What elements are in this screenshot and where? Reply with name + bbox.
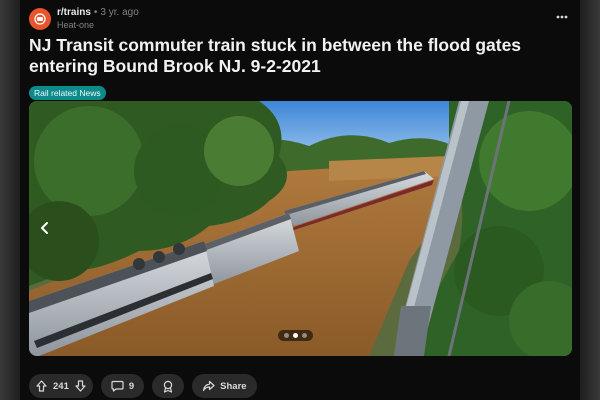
post-title[interactable]: NJ Transit commuter train stuck in betwe… xyxy=(29,35,569,77)
author-link[interactable]: Heat-one xyxy=(57,20,94,30)
share-label: Share xyxy=(220,380,247,392)
action-bar: 241 9 Share xyxy=(29,374,257,398)
carousel-dot-active[interactable] xyxy=(293,333,298,338)
right-backdrop xyxy=(580,0,600,400)
post-card: r/trains • 3 yr. ago Heat-one NJ Transit c… xyxy=(20,0,580,400)
share-icon xyxy=(202,380,215,392)
screenshot-frame: r/trains • 3 yr. ago Heat-one NJ Transit c… xyxy=(0,0,600,400)
carousel-dot[interactable] xyxy=(284,333,289,338)
vote-score: 241 xyxy=(53,380,69,392)
post-flair[interactable]: Rail related News xyxy=(29,86,106,100)
arrow-up-icon[interactable] xyxy=(36,380,47,392)
comments-count: 9 xyxy=(128,380,135,392)
ellipsis-icon[interactable] xyxy=(554,9,570,25)
award-icon xyxy=(162,380,174,393)
award-button[interactable] xyxy=(152,374,185,398)
subreddit-link[interactable]: r/trains xyxy=(57,7,91,18)
post-image[interactable] xyxy=(29,101,572,356)
post-timestamp: 3 yr. ago xyxy=(100,7,139,18)
vote-control: 241 xyxy=(29,374,93,398)
left-backdrop xyxy=(0,0,20,400)
comments-button[interactable]: 9 xyxy=(100,374,145,398)
comment-bubble-icon xyxy=(111,380,124,392)
subreddit-avatar-icon[interactable] xyxy=(29,8,51,30)
carousel-indicator xyxy=(278,330,313,341)
chevron-left-icon[interactable] xyxy=(35,216,55,240)
meta-separator: • xyxy=(93,7,98,18)
share-button[interactable]: Share xyxy=(192,374,257,398)
arrow-down-icon[interactable] xyxy=(75,380,86,392)
carousel-dot[interactable] xyxy=(302,333,307,338)
post-meta: r/trains • 3 yr. ago xyxy=(57,7,139,18)
